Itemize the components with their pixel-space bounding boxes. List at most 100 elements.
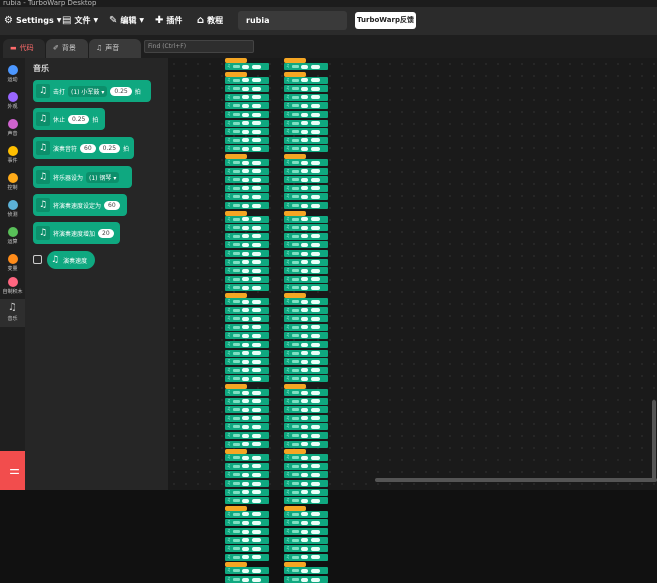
- category-music[interactable]: ♫ 音乐: [0, 299, 25, 327]
- set-instrument-block[interactable]: ♫ 将乐器设为 (1) 钢琴 ▾: [33, 166, 132, 188]
- note-block[interactable]: ♫: [284, 528, 328, 535]
- tab-code[interactable]: ▬ 代码: [3, 39, 45, 58]
- note-block[interactable]: ♫: [225, 576, 269, 583]
- note-block[interactable]: ♫: [225, 258, 269, 266]
- note-block[interactable]: ♫: [225, 145, 269, 153]
- note-block[interactable]: ♫: [225, 232, 269, 240]
- note-block[interactable]: ♫: [284, 397, 328, 405]
- beats-input[interactable]: 0.25: [98, 143, 121, 153]
- note-block[interactable]: ♫: [284, 111, 328, 118]
- note-block[interactable]: ♫: [284, 536, 328, 544]
- instrument-dropdown[interactable]: (1) 钢琴 ▾: [86, 171, 120, 183]
- note-input[interactable]: 60: [80, 143, 96, 153]
- note-block[interactable]: ♫: [225, 315, 269, 323]
- note-block[interactable]: ♫: [284, 184, 328, 192]
- addons-menu[interactable]: ✚ 插件: [155, 7, 182, 35]
- note-block[interactable]: ♫: [225, 275, 269, 283]
- note-block[interactable]: ♫: [284, 241, 328, 249]
- note-block[interactable]: ♫: [284, 332, 328, 340]
- note-block[interactable]: ♫: [284, 136, 328, 144]
- drum-dropdown[interactable]: (1) 小军鼓 ▾: [68, 85, 108, 97]
- note-block[interactable]: ♫: [284, 102, 328, 110]
- note-block[interactable]: ♫: [225, 224, 269, 232]
- note-block[interactable]: ♫: [284, 454, 328, 462]
- rest-block[interactable]: ♫ 休止 0.25 拍: [33, 108, 105, 130]
- note-block[interactable]: ♫: [284, 519, 328, 527]
- beats-input[interactable]: 0.25: [68, 114, 90, 124]
- note-block[interactable]: ♫: [284, 128, 328, 136]
- note-block[interactable]: ♫: [284, 414, 328, 422]
- note-block[interactable]: ♫: [284, 145, 328, 153]
- note-block[interactable]: ♫: [225, 454, 269, 462]
- note-block[interactable]: ♫: [225, 215, 269, 223]
- tempo-reporter-block[interactable]: ♫ 演奏速度: [47, 251, 96, 269]
- tempo-input[interactable]: 60: [104, 200, 120, 210]
- note-block[interactable]: ♫: [225, 332, 269, 340]
- category-myblocks[interactable]: 自制积木: [0, 274, 25, 300]
- event-hat-block[interactable]: [284, 71, 306, 77]
- note-block[interactable]: ♫: [225, 250, 269, 257]
- note-block[interactable]: ♫: [225, 241, 269, 249]
- note-block[interactable]: ♫: [225, 423, 269, 431]
- note-block[interactable]: ♫: [225, 358, 269, 366]
- change-tempo-block[interactable]: ♫ 将演奏速度增加 20: [33, 222, 120, 244]
- note-block[interactable]: ♫: [225, 119, 269, 127]
- note-block[interactable]: ♫: [225, 462, 269, 470]
- category-looks[interactable]: 外观: [0, 89, 25, 115]
- note-block[interactable]: ♫: [284, 406, 328, 414]
- category-sensing[interactable]: 侦测: [0, 197, 25, 223]
- note-block[interactable]: ♫: [225, 298, 269, 305]
- event-hat-block[interactable]: [225, 71, 247, 77]
- note-block[interactable]: ♫: [284, 432, 328, 439]
- note-block[interactable]: ♫: [284, 306, 328, 314]
- note-block[interactable]: ♫: [225, 184, 269, 192]
- note-block[interactable]: ♫: [284, 284, 328, 292]
- note-block[interactable]: ♫: [284, 471, 328, 479]
- note-block[interactable]: ♫: [284, 349, 328, 357]
- note-block[interactable]: ♫: [284, 315, 328, 323]
- tempo-monitor-checkbox[interactable]: [33, 255, 42, 264]
- edit-menu[interactable]: ✎ 编辑 ▼: [109, 7, 144, 35]
- note-block[interactable]: ♫: [284, 323, 328, 331]
- event-hat-block[interactable]: [284, 210, 306, 216]
- note-block[interactable]: ♫: [225, 567, 269, 575]
- note-block[interactable]: ♫: [284, 423, 328, 431]
- note-block[interactable]: ♫: [284, 298, 328, 305]
- note-block[interactable]: ♫: [225, 397, 269, 405]
- play-note-block[interactable]: ♫ 演奏音符 60 0.25 拍: [33, 137, 134, 159]
- project-title-input[interactable]: rubia: [238, 11, 347, 30]
- note-block[interactable]: ♫: [225, 306, 269, 314]
- note-block[interactable]: ♫: [225, 159, 269, 166]
- note-block[interactable]: ♫: [225, 76, 269, 84]
- note-block[interactable]: ♫: [284, 93, 328, 101]
- feedback-button[interactable]: TurboWarp反馈: [355, 12, 416, 29]
- note-block[interactable]: ♫: [284, 215, 328, 223]
- note-block[interactable]: ♫: [225, 136, 269, 144]
- note-block[interactable]: ♫: [225, 267, 269, 275]
- note-block[interactable]: ♫: [225, 111, 269, 118]
- note-block[interactable]: ♫: [284, 193, 328, 201]
- note-block[interactable]: ♫: [225, 440, 269, 448]
- find-input[interactable]: Find (Ctrl+F): [144, 40, 254, 53]
- note-block[interactable]: ♫: [284, 567, 328, 575]
- note-block[interactable]: ♫: [225, 375, 269, 383]
- note-block[interactable]: ♫: [284, 545, 328, 553]
- set-tempo-block[interactable]: ♫ 将演奏速度设定为 60: [33, 194, 127, 216]
- tab-costumes[interactable]: ✐ 背景: [46, 39, 88, 58]
- note-block[interactable]: ♫: [225, 432, 269, 439]
- beats-input[interactable]: 0.25: [110, 86, 132, 96]
- note-block[interactable]: ♫: [225, 128, 269, 136]
- category-events[interactable]: 事件: [0, 143, 25, 169]
- note-block[interactable]: ♫: [284, 85, 328, 93]
- note-block[interactable]: ♫: [225, 167, 269, 175]
- file-menu[interactable]: ▤ 文件 ▼: [62, 7, 98, 35]
- note-block[interactable]: ♫: [225, 536, 269, 544]
- note-block[interactable]: ♫: [284, 159, 328, 166]
- note-block[interactable]: ♫: [225, 471, 269, 479]
- note-block[interactable]: ♫: [284, 375, 328, 383]
- note-block[interactable]: ♫: [284, 510, 328, 518]
- note-block[interactable]: ♫: [225, 85, 269, 93]
- code-workspace[interactable]: ♫ ♫ ♫ ♫ ♫ ♫ ♫ ♫ ♫ ♫ ♫ ♫ ♫ ♫ ♫ ♫ ♫ ♫ ♫ ♫ ♫ ♫ ♫ ♫ ♫ ♫ ♫ ♫ ♫ ♫ ♫ ♫ ♫ ♫ ♫ ♫ ♫ ♫ ♫ ♫…: [168, 58, 657, 583]
- note-block[interactable]: ♫: [225, 553, 269, 561]
- category-sound[interactable]: 声音: [0, 116, 25, 142]
